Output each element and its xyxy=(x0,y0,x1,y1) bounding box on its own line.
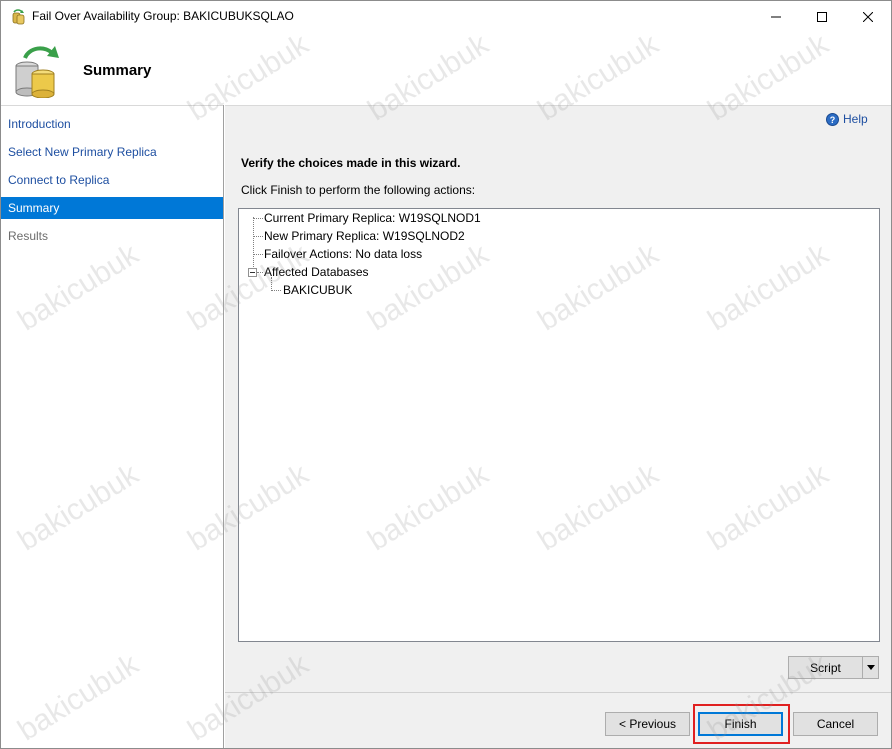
script-button-label[interactable]: Script xyxy=(789,657,862,678)
tree-connector xyxy=(253,217,254,273)
tree-connector xyxy=(253,218,263,219)
minimize-button[interactable] xyxy=(753,1,799,32)
database-failover-icon xyxy=(15,46,59,98)
svg-text:?: ? xyxy=(830,115,836,125)
help-icon: ? xyxy=(826,112,839,126)
script-button[interactable]: Script xyxy=(788,656,879,679)
script-dropdown-button[interactable] xyxy=(862,657,878,678)
wizard-app-icon xyxy=(12,9,25,25)
maximize-icon xyxy=(817,11,827,22)
nav-divider xyxy=(223,105,224,748)
tree-item-current-primary: Current Primary Replica: W19SQLNOD1 xyxy=(264,211,481,225)
page-title: Summary xyxy=(83,62,152,79)
help-label: Help xyxy=(843,112,868,126)
nav-item-summary[interactable]: Summary xyxy=(1,197,223,219)
help-link[interactable]: ? Help xyxy=(826,112,868,126)
tree-connector xyxy=(271,277,272,291)
nav-item-select-new-primary-replica[interactable]: Select New Primary Replica xyxy=(1,141,223,163)
close-icon xyxy=(863,11,873,22)
finish-highlight-box xyxy=(693,704,790,744)
chevron-down-icon xyxy=(866,665,875,670)
close-button[interactable] xyxy=(845,1,891,32)
tree-item-database: BAKICUBUK xyxy=(283,283,353,297)
summary-heading: Verify the choices made in this wizard. xyxy=(241,156,461,170)
summary-panel: ? Help Verify the choices made in this w… xyxy=(225,105,891,748)
footer-divider xyxy=(225,692,891,693)
title-bar: Fail Over Availability Group: BAKICUBUKS… xyxy=(1,1,891,32)
maximize-button[interactable] xyxy=(799,1,845,32)
wizard-steps-nav: Introduction Select New Primary Replica … xyxy=(1,105,224,748)
tree-connector xyxy=(253,254,263,255)
wizard-window: Fail Over Availability Group: BAKICUBUKS… xyxy=(0,0,892,749)
nav-item-results: Results xyxy=(8,229,49,243)
tree-connector xyxy=(271,290,281,291)
previous-button[interactable]: < Previous xyxy=(605,712,690,736)
tree-connector xyxy=(253,236,263,237)
tree-item-affected-databases: Affected Databases xyxy=(264,265,369,279)
tree-item-new-primary: New Primary Replica: W19SQLNOD2 xyxy=(264,229,465,243)
minimize-icon xyxy=(771,16,781,17)
summary-subheading: Click Finish to perform the following ac… xyxy=(241,183,476,197)
wizard-header: Summary xyxy=(1,32,891,105)
tree-item-failover-actions: Failover Actions: No data loss xyxy=(264,247,423,261)
window-title: Fail Over Availability Group: BAKICUBUKS… xyxy=(32,9,294,23)
nav-item-introduction[interactable]: Introduction xyxy=(1,113,223,135)
nav-item-connect-to-replica[interactable]: Connect to Replica xyxy=(1,169,223,191)
cancel-button[interactable]: Cancel xyxy=(793,712,878,736)
tree-connector xyxy=(257,272,263,273)
tree-collapse-icon[interactable] xyxy=(248,268,257,277)
summary-tree[interactable]: Current Primary Replica: W19SQLNOD1 New … xyxy=(238,208,880,642)
